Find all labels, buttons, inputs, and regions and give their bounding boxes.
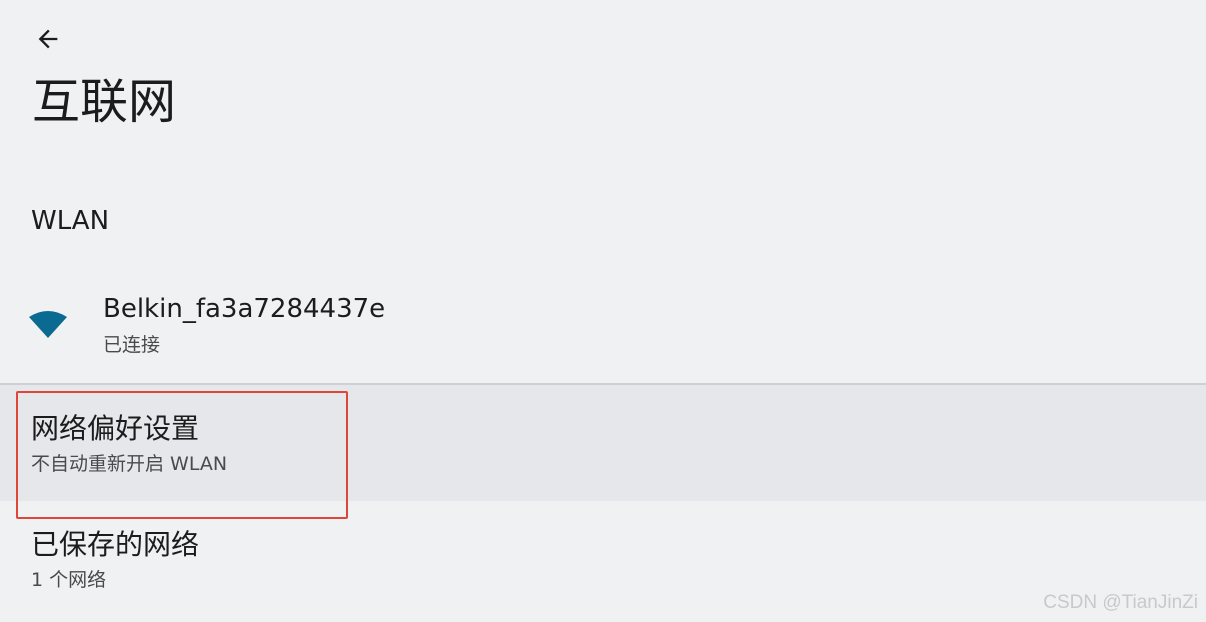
network-preferences-subtitle: 不自动重新开启 WLAN bbox=[31, 453, 228, 475]
saved-networks-title: 已保存的网络 bbox=[31, 528, 200, 561]
network-preferences-title: 网络偏好设置 bbox=[31, 412, 200, 445]
arrow-left-icon bbox=[38, 29, 58, 49]
saved-networks-item[interactable]: 已保存的网络 1 个网络 bbox=[0, 501, 1206, 622]
network-name: Belkin_fa3a7284437e bbox=[103, 294, 386, 324]
wifi-icon bbox=[29, 311, 67, 338]
saved-networks-subtitle: 1 个网络 bbox=[31, 569, 107, 591]
watermark: CSDN @TianJinZi bbox=[1043, 592, 1198, 613]
back-button[interactable] bbox=[28, 22, 68, 56]
network-preferences-item[interactable]: 网络偏好设置 不自动重新开启 WLAN bbox=[0, 385, 1206, 501]
page-title: 互联网 bbox=[32, 74, 177, 130]
connected-network-item[interactable]: Belkin_fa3a7284437e 已连接 bbox=[0, 282, 1206, 382]
network-status: 已连接 bbox=[103, 334, 161, 356]
wlan-section-header[interactable]: WLAN bbox=[31, 204, 109, 238]
